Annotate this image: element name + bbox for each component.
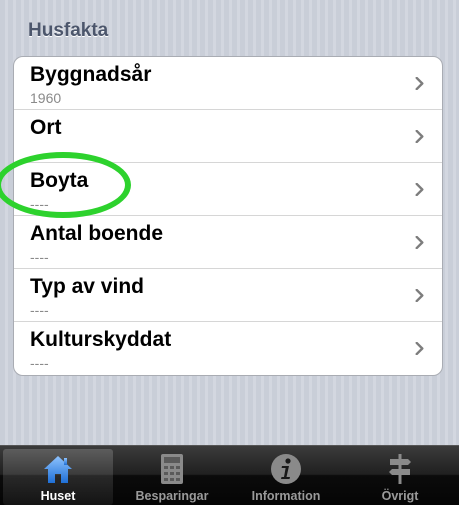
chevron-right-icon bbox=[415, 236, 424, 249]
signpost-icon bbox=[389, 454, 411, 484]
row-title: Ort bbox=[30, 116, 62, 139]
row-title: Typ av vind bbox=[30, 275, 144, 298]
row-title: Antal boende bbox=[30, 222, 164, 245]
row-kulturskyddat[interactable]: Kulturskyddat ---- bbox=[14, 322, 442, 375]
row-value: 1960 bbox=[30, 90, 62, 106]
chevron-right-icon bbox=[415, 289, 424, 302]
row-title: Byggnadsår bbox=[30, 63, 152, 86]
tab-bar: Huset Besparingar Information Övrigt bbox=[0, 445, 459, 505]
row-value: ---- bbox=[30, 302, 49, 318]
chevron-right-icon bbox=[415, 130, 424, 143]
chevron-right-icon bbox=[415, 77, 424, 90]
row-value: ---- bbox=[30, 249, 49, 265]
row-typ-av-vind[interactable]: Typ av vind ---- bbox=[14, 269, 442, 322]
calculator-icon bbox=[161, 454, 183, 484]
tab-information[interactable]: Information bbox=[231, 449, 341, 505]
tab-ovrigt[interactable]: Övrigt bbox=[345, 449, 455, 505]
house-facts-list: Byggnadsår 1960 Ort Boyta ---- Antal boe… bbox=[13, 56, 443, 376]
tab-label: Övrigt bbox=[381, 489, 419, 503]
tab-label: Huset bbox=[40, 489, 76, 503]
house-icon bbox=[44, 456, 72, 483]
row-value: ---- bbox=[30, 196, 49, 212]
tab-besparingar[interactable]: Besparingar bbox=[117, 449, 227, 505]
chevron-right-icon bbox=[415, 183, 424, 196]
tab-label: Besparingar bbox=[135, 489, 209, 503]
chevron-right-icon bbox=[415, 342, 424, 355]
row-boyta[interactable]: Boyta ---- bbox=[14, 163, 442, 216]
row-antal-boende[interactable]: Antal boende ---- bbox=[14, 216, 442, 269]
row-title: Boyta bbox=[30, 169, 89, 192]
tab-huset[interactable]: Huset bbox=[3, 449, 113, 505]
section-header: Husfakta bbox=[28, 20, 109, 41]
row-ort[interactable]: Ort bbox=[14, 110, 442, 163]
row-value: ---- bbox=[30, 355, 49, 371]
tab-label: Information bbox=[251, 489, 321, 503]
row-byggnadsar[interactable]: Byggnadsår 1960 bbox=[14, 57, 442, 110]
row-title: Kulturskyddat bbox=[30, 328, 172, 351]
info-icon bbox=[271, 454, 301, 484]
